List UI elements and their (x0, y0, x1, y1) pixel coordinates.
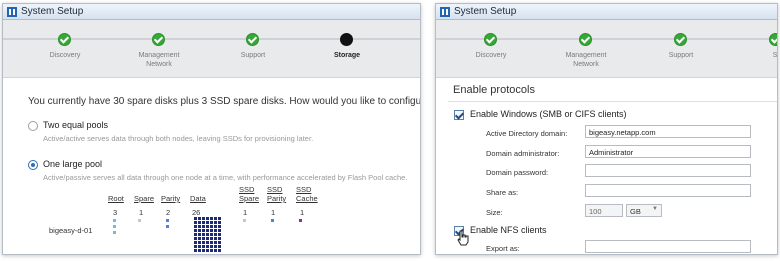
check-icon (769, 33, 777, 46)
window-title: System Setup (454, 6, 517, 17)
node-name: bigeasy-d-01 (49, 226, 93, 235)
ssd-parity-disk (271, 219, 274, 222)
root-disk (113, 225, 116, 228)
export-as-input[interactable] (585, 240, 751, 253)
check-icon (579, 33, 592, 46)
check-icon (674, 33, 687, 46)
col-head-data: Data (190, 194, 206, 203)
check-icon (484, 33, 497, 46)
step-support[interactable]: Support (631, 20, 731, 78)
root-disk (113, 231, 116, 234)
enable-nfs-label[interactable]: Enable NFS clients (470, 225, 547, 235)
domain-password-label: Domain password: (486, 168, 549, 177)
enable-windows-label[interactable]: Enable Windows (SMB or CIFS clients) (470, 109, 627, 119)
protocol-setup-window: System Setup Discovery Management Networ… (435, 3, 778, 255)
chevron-down-icon: ▼ (652, 206, 658, 212)
root-count: 3 (113, 208, 118, 217)
netapp-logo-icon (440, 7, 450, 17)
ad-domain-input[interactable]: bigeasy.netapp.com (585, 125, 751, 138)
export-as-label: Export as: (486, 244, 520, 253)
col-head-parity: Parity (161, 194, 181, 203)
data-disks-grid (193, 216, 221, 252)
step-label: Discovery (475, 52, 507, 59)
col-head-ssd-cache: SSD Cache (296, 185, 318, 203)
ssd-spare-disk (243, 219, 246, 222)
ssd-cache-count: 1 (300, 208, 305, 217)
domain-admin-input[interactable]: Administrator (585, 145, 751, 158)
parity-disk (166, 225, 169, 228)
size-unit-value: GB (630, 207, 641, 216)
col-head-root: Root (108, 194, 124, 203)
enable-windows-checkbox[interactable] (454, 110, 464, 120)
share-as-input[interactable] (585, 184, 751, 197)
storage-setup-window: System Setup Discovery Management Networ… (2, 3, 421, 255)
divider (448, 101, 777, 102)
step-discovery[interactable]: Discovery (441, 20, 541, 78)
ssd-spare-count: 1 (243, 208, 248, 217)
hand-cursor-icon (457, 230, 469, 246)
size-label: Size: (486, 208, 503, 217)
size-unit-select[interactable]: GB ▼ (626, 204, 662, 217)
step-label: Support (668, 52, 694, 59)
wizard-progress: Discovery Management Network Support St (436, 20, 777, 78)
domain-password-input[interactable] (585, 164, 751, 177)
step-management-network[interactable]: Management Network (536, 20, 636, 78)
share-as-label: Share as: (486, 188, 519, 197)
title-bar: System Setup (436, 4, 777, 20)
parity-count: 2 (166, 208, 171, 217)
domain-admin-label: Domain administrator: (486, 149, 560, 158)
col-head-ssd-spare: SSD Spare (239, 185, 260, 203)
disk-layout-table: Root Spare Parity Data SSD Spare SSD Par… (3, 4, 420, 254)
col-head-spare: Spare (134, 194, 155, 203)
parity-disk (166, 219, 169, 222)
ssd-cache-disk (299, 219, 302, 222)
ssd-parity-count: 1 (271, 208, 276, 217)
spare-disk (138, 219, 141, 222)
step-label: St (772, 52, 778, 59)
size-input[interactable]: 100 (585, 204, 623, 217)
spare-count: 1 (139, 208, 144, 217)
ad-domain-label: Active Directory domain: (486, 129, 568, 138)
col-head-ssd-parity: SSD Parity (267, 185, 287, 203)
root-disk (113, 219, 116, 222)
section-title: Enable protocols (453, 84, 535, 96)
step-label: Management Network (565, 52, 607, 68)
step-storage[interactable]: St (726, 20, 778, 78)
